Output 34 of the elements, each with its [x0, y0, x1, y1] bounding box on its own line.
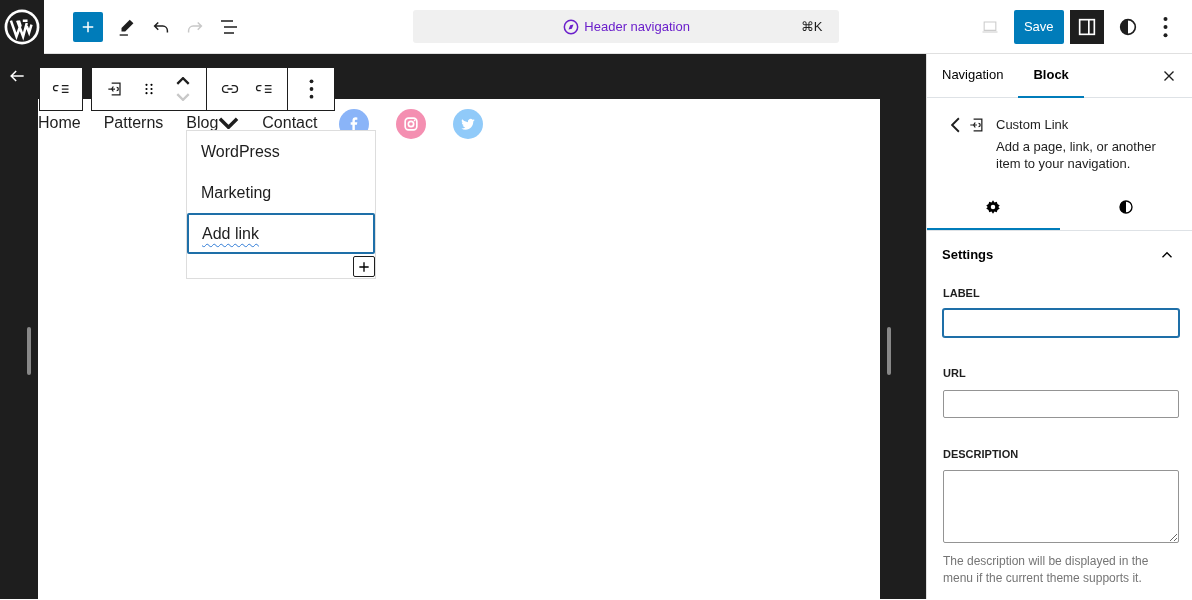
chevron-left-icon [950, 117, 960, 133]
sidebar-tab[interactable]: Navigation [927, 53, 1019, 98]
save-button[interactable]: Save [1013, 9, 1064, 44]
command-title: Header navigation [584, 17, 690, 36]
field-label: DESCRIPTION [943, 446, 1020, 462]
submenu-item[interactable]: Marketing [187, 172, 375, 213]
more-icon [308, 79, 314, 99]
help-text: The description will be displayed in the menu if the current theme supports it. [943, 553, 1150, 587]
settings-panel-header[interactable]: Settings [927, 231, 1192, 277]
settings-icon [984, 198, 1003, 216]
block-description: Add a page, link, or another item to your navigation. [996, 138, 1157, 172]
text-field[interactable] [943, 309, 1179, 337]
add-block-button[interactable] [73, 11, 103, 42]
resize-handle[interactable] [27, 327, 31, 375]
contrast-icon [1116, 198, 1135, 216]
settings-sidebar-toggle[interactable] [1070, 9, 1105, 44]
block-title: Custom Link [996, 116, 1070, 134]
sidebar-tab[interactable]: Block [1018, 53, 1084, 98]
field-label: URL [943, 366, 967, 381]
text-field[interactable] [943, 389, 1179, 418]
logo-icon[interactable] [3, 7, 41, 46]
resize-handle[interactable] [887, 327, 891, 375]
submenu-item[interactable]: WordPress [187, 131, 375, 172]
nav-link[interactable]: Contact [262, 114, 318, 132]
nav-link[interactable]: Patterns [103, 114, 164, 132]
more-icon [1162, 15, 1168, 38]
description-field[interactable] [943, 470, 1179, 543]
command-search-bar[interactable]: Header navigation ⌘K [412, 10, 839, 43]
nav-link[interactable]: Home [38, 114, 81, 132]
nav-link[interactable]: Blog [186, 114, 219, 132]
link-label-field[interactable]: Add link [187, 213, 375, 254]
add-item-button[interactable] [353, 256, 375, 277]
keyboard-shortcut: ⌘K [800, 17, 823, 36]
field-label: LABEL [943, 285, 981, 301]
